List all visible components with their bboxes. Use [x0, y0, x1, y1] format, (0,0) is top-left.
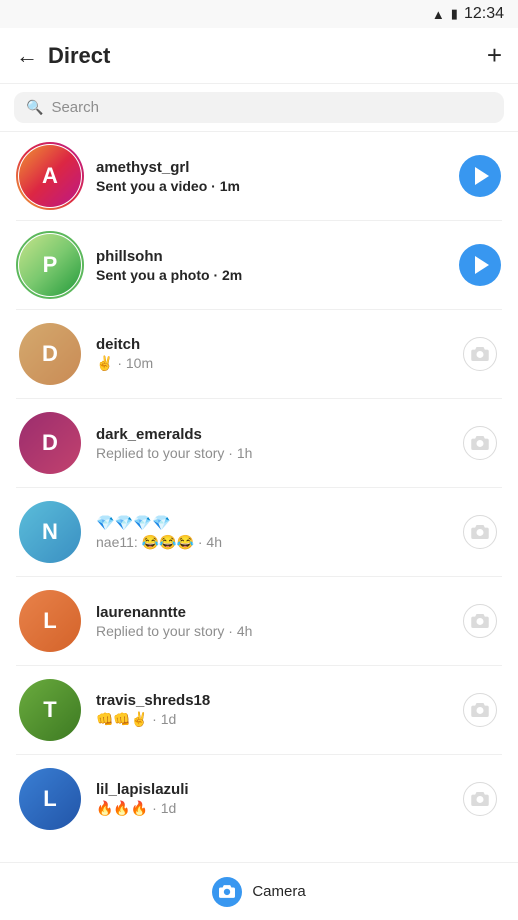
message-info: amethyst_grl Sent you a video · 1m: [96, 159, 446, 194]
message-username: travis_shreds18: [96, 692, 446, 709]
message-info: phillsohn Sent you a photo · 2m: [96, 248, 446, 283]
message-username: laurenanntte: [96, 604, 446, 621]
status-bar: ▲ ▮ 12:34: [0, 0, 518, 28]
avatar: P: [16, 231, 84, 299]
camera-icon: [463, 337, 497, 371]
message-info: laurenanntte Replied to your story · 4h: [96, 604, 446, 639]
message-preview: Sent you a photo · 2m: [96, 267, 446, 283]
message-username: dark_emeralds: [96, 426, 446, 443]
bottom-bar[interactable]: Camera: [0, 862, 518, 920]
message-username: deitch: [96, 336, 446, 353]
message-info: 💎💎💎💎 nae11: 😂😂😂 · 4h: [96, 514, 446, 551]
message-info: dark_emeralds Replied to your story · 1h: [96, 426, 446, 461]
list-item[interactable]: Aamethyst_grl Sent you a video · 1m: [0, 132, 518, 220]
camera-icon: [463, 604, 497, 638]
play-button[interactable]: [458, 154, 502, 198]
message-username: phillsohn: [96, 248, 446, 265]
avatar: L: [16, 765, 84, 833]
list-item[interactable]: N 💎💎💎💎 nae11: 😂😂😂 · 4h: [0, 488, 518, 576]
page-title: Direct: [48, 43, 110, 69]
avatar: N: [16, 498, 84, 566]
camera-bottom-icon: [212, 877, 242, 907]
message-preview: ✌️ · 10m: [96, 355, 446, 372]
camera-button[interactable]: [458, 777, 502, 821]
message-preview: Replied to your story · 1h: [96, 445, 446, 461]
camera-button[interactable]: [458, 332, 502, 376]
avatar: D: [16, 409, 84, 477]
list-item[interactable]: Ddeitch ✌️ · 10m: [0, 310, 518, 398]
message-username: amethyst_grl: [96, 159, 446, 176]
message-username: 💎💎💎💎: [96, 514, 446, 532]
search-icon: 🔍: [26, 99, 43, 116]
new-message-button[interactable]: +: [487, 40, 502, 71]
message-preview: Sent you a video · 1m: [96, 178, 446, 194]
list-item[interactable]: Ttravis_shreds18 👊👊✌️ · 1d: [0, 666, 518, 754]
message-preview: nae11: 😂😂😂 · 4h: [96, 534, 446, 551]
camera-button[interactable]: [458, 688, 502, 732]
message-info: deitch ✌️ · 10m: [96, 336, 446, 372]
play-icon: [459, 244, 501, 286]
message-preview: Replied to your story · 4h: [96, 623, 446, 639]
status-time: 12:34: [464, 5, 504, 23]
search-input-wrapper[interactable]: 🔍: [14, 92, 504, 123]
header-left: ← Direct: [16, 43, 110, 69]
camera-icon: [219, 885, 235, 898]
message-preview: 👊👊✌️ · 1d: [96, 711, 446, 728]
battery-icon: ▮: [451, 6, 458, 22]
avatar: L: [16, 587, 84, 655]
message-username: lil_lapislazuli: [96, 781, 446, 798]
play-icon: [459, 155, 501, 197]
search-bar: 🔍: [0, 84, 518, 132]
message-info: travis_shreds18 👊👊✌️ · 1d: [96, 692, 446, 728]
message-info: lil_lapislazuli 🔥🔥🔥 · 1d: [96, 781, 446, 817]
list-item[interactable]: Ddark_emeralds Replied to your story · 1h: [0, 399, 518, 487]
search-input[interactable]: [51, 99, 492, 116]
camera-icon: [463, 782, 497, 816]
avatar: D: [16, 320, 84, 388]
play-button[interactable]: [458, 243, 502, 287]
header: ← Direct +: [0, 28, 518, 84]
camera-icon: [463, 693, 497, 727]
camera-icon: [463, 426, 497, 460]
avatar: T: [16, 676, 84, 744]
avatar: A: [16, 142, 84, 210]
camera-button[interactable]: [458, 421, 502, 465]
camera-button[interactable]: [458, 599, 502, 643]
camera-button-label[interactable]: Camera: [252, 883, 305, 900]
list-item[interactable]: Llaurenanntte Replied to your story · 4h: [0, 577, 518, 665]
list-item[interactable]: Pphillsohn Sent you a photo · 2m: [0, 221, 518, 309]
list-item[interactable]: Llil_lapislazuli 🔥🔥🔥 · 1d: [0, 755, 518, 843]
message-list: Aamethyst_grl Sent you a video · 1m Pphill…: [0, 132, 518, 843]
camera-button[interactable]: [458, 510, 502, 554]
camera-icon: [463, 515, 497, 549]
message-preview: 🔥🔥🔥 · 1d: [96, 800, 446, 817]
back-button[interactable]: ←: [16, 43, 38, 69]
signal-icon: ▲: [432, 7, 445, 22]
